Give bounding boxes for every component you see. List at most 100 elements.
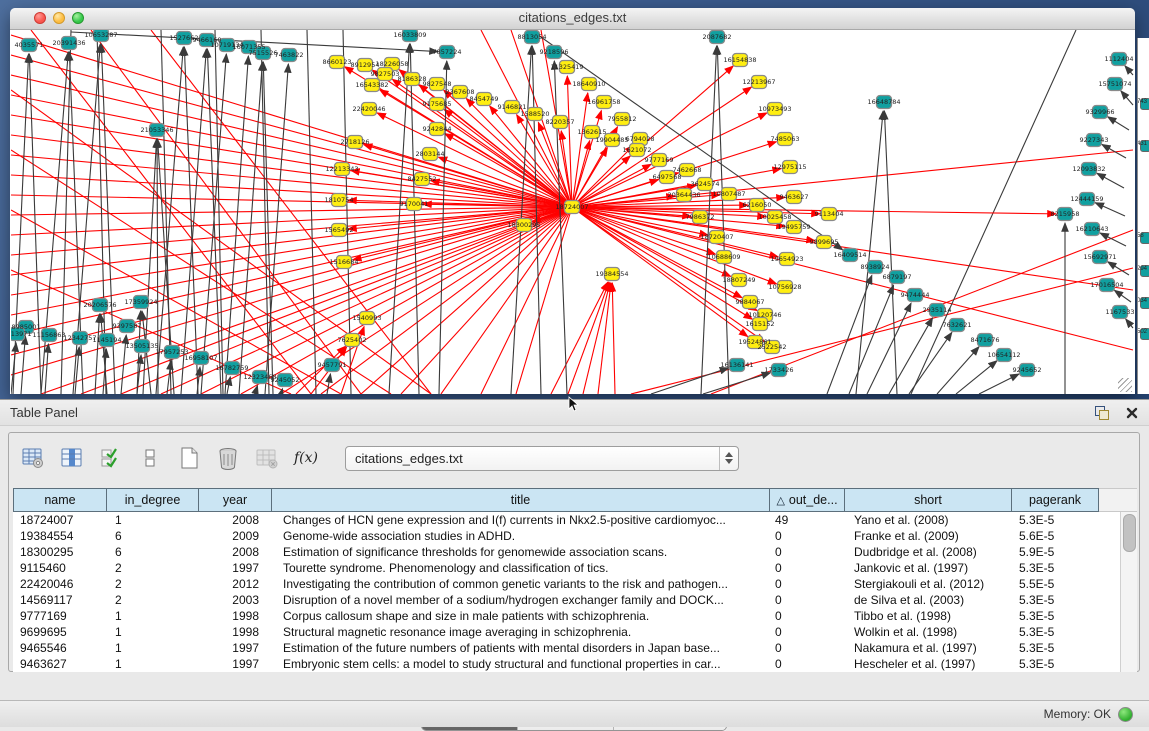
table-row[interactable]: 946554611997Estimation of the future num… (13, 640, 1121, 656)
network-window-titlebar[interactable]: citations_edges.txt (10, 8, 1135, 30)
graph-node-label: 121034 (1137, 298, 1147, 304)
graph-edge (572, 207, 1133, 350)
column-header-short[interactable]: short (844, 488, 1011, 512)
table-frame: f(x) citations_edges.txt namein_degreeye… (8, 432, 1140, 672)
table-cell: 14569117 (13, 592, 106, 608)
graph-node-label: 20206576 (83, 301, 116, 309)
network-table-select-value: citations_edges.txt (346, 451, 719, 466)
column-header-in-degree[interactable]: in_degree (106, 488, 198, 512)
graph-node-label: 141431 (1137, 141, 1147, 147)
table-cell: 6 (106, 544, 198, 560)
table-cell: 5.5E-5 (1011, 576, 1099, 592)
graph-edge (227, 377, 230, 394)
window-resize-grip[interactable] (1118, 378, 1132, 392)
row-check-icon[interactable] (99, 445, 123, 471)
table-cell: 1 (106, 656, 198, 672)
network-canvas[interactable]: 1872400786601238912954182260589827503165… (11, 30, 1134, 394)
scrollbar-thumb[interactable] (1123, 514, 1136, 552)
graph-node-label: 6794028 (626, 135, 655, 143)
graph-node-label: 16648784 (867, 98, 900, 106)
graph-node-label: 10653287 (84, 31, 117, 39)
table-cell: 2008 (198, 512, 271, 528)
graph-node-label: 17016504 (1090, 281, 1123, 289)
table-cell: 0 (769, 608, 844, 624)
new-table-icon[interactable] (177, 445, 201, 471)
graph-edge (11, 207, 572, 275)
network-table-select[interactable]: citations_edges.txt (345, 446, 739, 471)
graph-node-label: 16961758 (587, 98, 620, 106)
column-header-title[interactable]: title (271, 488, 769, 512)
graph-node-label: 7515526 (249, 49, 278, 57)
table-cell: 0 (769, 560, 844, 576)
graph-node-label: 8427552 (408, 175, 437, 183)
table-row[interactable]: 1456911722003Disruption of a novel membe… (13, 592, 1121, 608)
graph-node-label: 1167533 (1106, 308, 1134, 316)
table-settings-icon[interactable] (21, 445, 45, 471)
table-row[interactable]: 1872400712008Changes of HCN gene express… (13, 512, 1121, 528)
table-row[interactable]: 1938455462009Genome-wide association stu… (13, 528, 1121, 544)
graph-node-label: 100294 (1137, 266, 1147, 272)
table-cell: 9699695 (13, 624, 106, 640)
graph-node-label: 19654923 (770, 255, 803, 263)
table-row[interactable]: 2242004622012Investigating the contribut… (13, 576, 1121, 592)
graph-edge (572, 93, 588, 207)
graph-node-label: 1516684 (330, 258, 359, 266)
graph-node[interactable]: 127743 (1140, 98, 1149, 110)
graph-node-label: 8220357 (546, 118, 575, 126)
graph-edge (1126, 319, 1133, 328)
table-row[interactable]: 946362711997Embryonic stem cells: a mode… (13, 656, 1121, 672)
graph-node-label: 10807487 (712, 190, 745, 198)
table-cell: 0 (769, 656, 844, 672)
graph-node[interactable]: 141431 (1140, 140, 1149, 152)
graph-edge (11, 90, 431, 394)
vertical-scrollbar[interactable] (1120, 512, 1137, 672)
mouse-cursor (568, 396, 580, 412)
table-row[interactable]: 911546021997Tourette syndrome. Phenomeno… (13, 560, 1121, 576)
column-header-label: title (511, 493, 530, 507)
table-cell: Corpus callosum shape and size in male p… (271, 608, 769, 624)
table-cell: 6 (106, 528, 198, 544)
trash-icon[interactable] (216, 445, 240, 471)
table-cell: Investigating the contribution of common… (271, 576, 769, 592)
graph-node-label: 1145194 (93, 336, 122, 344)
graph-node-label: 1112404 (1105, 55, 1134, 63)
column-header-name[interactable]: name (13, 488, 106, 512)
graph-node-label: 12444159 (1070, 195, 1103, 203)
column-visibility-icon[interactable] (60, 445, 84, 471)
combo-spinner-icon[interactable] (719, 447, 738, 470)
column-header-out-de-[interactable]: △out_de... (769, 488, 844, 512)
graph-edge (551, 282, 608, 394)
graph-edge (612, 283, 615, 394)
column-header-pagerank[interactable]: pagerank (1011, 488, 1099, 512)
table-cell: 2 (106, 592, 198, 608)
table-row[interactable]: 1830029562008Estimation of significance … (13, 544, 1121, 560)
graph-edge (13, 54, 29, 394)
column-header-year[interactable]: year (198, 488, 271, 512)
table-header-row: namein_degreeyear title △out_de...shortpag… (13, 488, 1137, 512)
table-row[interactable]: 977716911998Corpus callosum shape and si… (13, 608, 1121, 624)
function-builder-icon[interactable]: f(x) (294, 445, 318, 471)
graph-edge (45, 344, 48, 394)
table-cell: Estimation of significance thresholds fo… (271, 544, 769, 560)
network-view-window[interactable]: citations_edges.txt 18724007866012389129… (10, 8, 1135, 394)
graph-node-label: 9777169 (645, 156, 674, 164)
table-row[interactable]: 969969511998Structural magnetic resonanc… (13, 624, 1121, 640)
rows-icon[interactable] (138, 445, 162, 471)
table-cell: Disruption of a novel member of a sodium… (271, 592, 769, 608)
graph-node[interactable]: 100294 (1140, 265, 1149, 277)
graph-node-label: 924502 (1137, 329, 1147, 335)
graph-node-label: 18724007 (555, 203, 588, 211)
table-cell: Changes of HCN gene expression and I(f) … (271, 512, 769, 528)
graph-node[interactable]: 15958 (1140, 232, 1149, 244)
graph-node-label: 18300295 (507, 221, 540, 229)
graph-node-label: 20391436 (52, 39, 85, 47)
graph-node[interactable]: 924502 (1140, 328, 1149, 340)
close-panel-icon[interactable] (1125, 406, 1139, 420)
float-panel-icon[interactable] (1095, 406, 1111, 420)
graph-node-label: 2087682 (703, 33, 732, 41)
background-network-window: 127743 141431 15958 100294 121034 924502 (1137, 38, 1149, 394)
graph-node-label: 8454749 (470, 95, 499, 103)
graph-node[interactable]: 121034 (1140, 297, 1149, 309)
delete-table-icon[interactable] (255, 445, 279, 471)
graph-node-label: 9242844 (423, 125, 452, 133)
